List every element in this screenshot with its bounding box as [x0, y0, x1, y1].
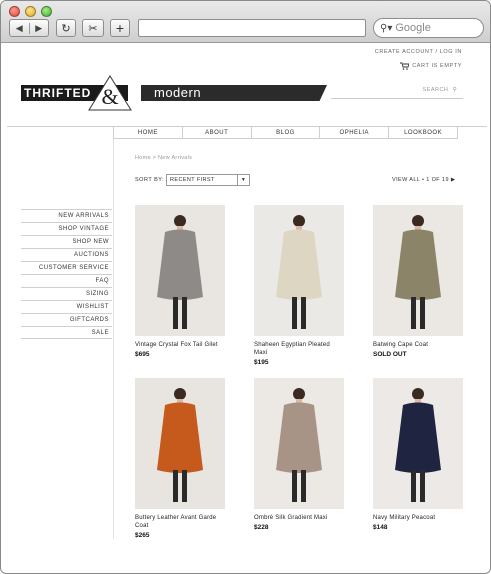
logo-modern: modern	[154, 85, 202, 100]
product-photo[interactable]	[135, 205, 225, 336]
product-card[interactable]: Ombré Silk Gradient Maxi $228	[254, 378, 344, 531]
model-figure	[395, 215, 441, 329]
product-price: $148	[373, 524, 388, 531]
product-name[interactable]: Vintage Crystal Fox Tail Gilet	[135, 341, 225, 349]
sidebar-item-shop-new[interactable]: SHOP NEW	[21, 235, 112, 248]
cart-link[interactable]: CART IS EMPTY	[400, 62, 462, 70]
close-window-button[interactable]	[9, 6, 20, 17]
product-card[interactable]: Shaheen Egyptian Pleated Maxi $195	[254, 205, 344, 366]
site-logo[interactable]: THRIFTED modern	[21, 85, 327, 101]
model-figure	[157, 215, 203, 329]
menu-item-lookbook[interactable]: LOOKBOOK	[388, 127, 458, 138]
product-price: $265	[135, 532, 150, 539]
logo-ampersand: &	[101, 84, 118, 109]
sidebar-item-wishlist[interactable]: WISHLIST	[21, 300, 112, 313]
back-icon[interactable]: ◀	[10, 22, 30, 34]
site-search-input[interactable]: SEARCH ⚲	[331, 87, 463, 99]
model-figure	[395, 388, 441, 502]
sidebar-item-new-arrivals[interactable]: NEW ARRIVALS	[21, 209, 112, 222]
sort-label: SORT BY:	[135, 177, 165, 183]
model-figure	[276, 215, 322, 329]
product-card[interactable]: Batwing Cape Coat SOLD OUT	[373, 205, 463, 358]
sidebar-item-shop-vintage[interactable]: SHOP VINTAGE	[21, 222, 112, 235]
logo-triangle-icon: &	[88, 75, 132, 111]
sidebar-nav: NEW ARRIVALS SHOP VINTAGE SHOP NEW AUCTIONS…	[21, 209, 112, 339]
breadcrumb[interactable]: Home > New Arrivals	[135, 155, 192, 161]
product-photo[interactable]	[373, 205, 463, 336]
product-price: $195	[254, 359, 269, 366]
product-photo[interactable]	[135, 378, 225, 509]
add-bookmark-button[interactable]: +	[110, 19, 130, 37]
forward-icon[interactable]: ▶	[30, 23, 49, 34]
back-forward-group: ◀ ▶	[9, 19, 49, 37]
sidebar-item-auctions[interactable]: AUCTIONS	[21, 248, 112, 261]
address-bar[interactable]	[138, 19, 366, 37]
pagination[interactable]: VIEW ALL • 1 OF 19 ▶	[392, 177, 455, 183]
search-icon: ⚲	[452, 87, 457, 93]
sidebar-item-faq[interactable]: FAQ	[21, 274, 112, 287]
product-name[interactable]: Navy Military Peacoat	[373, 514, 463, 522]
browser-search-field[interactable]: ⚲▾ Google	[373, 18, 484, 38]
product-price: $228	[254, 524, 269, 531]
create-account-link[interactable]: CREATE ACCOUNT / LOG IN	[375, 49, 462, 55]
product-card[interactable]: Buttery Leather Avant Garde Coat $265	[135, 378, 225, 539]
product-name[interactable]: Shaheen Egyptian Pleated Maxi	[254, 341, 344, 357]
browser-toolbar: ◀ ▶ ↻ ✂ + ⚲▾ Google	[1, 1, 490, 43]
product-card[interactable]: Navy Military Peacoat $148	[373, 378, 463, 531]
reload-icon: ↻	[61, 22, 71, 35]
menu-item-home[interactable]: HOME	[113, 127, 182, 138]
menu-item-ophelia[interactable]: OPHELIA	[319, 127, 388, 138]
share-button[interactable]: ✂	[82, 19, 104, 37]
sort-select[interactable]: RECENT FIRST ▼	[166, 174, 250, 186]
browser-window: ◀ ▶ ↻ ✂ + ⚲▾ Google CREATE ACCOUNT / LOG…	[0, 0, 491, 574]
menu-item-blog[interactable]: BLOG	[250, 127, 320, 138]
main-menu: HOME ABOUT BLOG OPHELIA LOOKBOOK	[113, 127, 458, 139]
product-price: $695	[135, 351, 150, 358]
product-name[interactable]: Ombré Silk Gradient Maxi	[254, 514, 344, 522]
product-name[interactable]: Batwing Cape Coat	[373, 341, 463, 349]
sidebar-item-sizing[interactable]: SIZING	[21, 287, 112, 300]
cart-icon	[400, 62, 410, 70]
zoom-window-button[interactable]	[41, 6, 52, 17]
model-figure	[157, 388, 203, 502]
reload-button[interactable]: ↻	[56, 19, 76, 37]
product-card[interactable]: Vintage Crystal Fox Tail Gilet $695	[135, 205, 225, 358]
model-figure	[276, 388, 322, 502]
sidebar-item-giftcards[interactable]: GIFTCARDS	[21, 313, 112, 326]
search-placeholder: Google	[395, 22, 431, 34]
content-divider	[113, 139, 114, 539]
menu-item-about[interactable]: ABOUT	[181, 127, 251, 138]
product-name[interactable]: Buttery Leather Avant Garde Coat	[135, 514, 225, 530]
plus-icon: +	[115, 20, 125, 36]
scissors-icon: ✂	[88, 22, 98, 35]
product-photo[interactable]	[254, 205, 344, 336]
sidebar-item-sale[interactable]: SALE	[21, 326, 112, 339]
product-photo[interactable]	[373, 378, 463, 509]
sidebar-item-customer-service[interactable]: CUSTOMER SERVICE	[21, 261, 112, 274]
product-price: SOLD OUT	[373, 351, 407, 358]
chevron-down-icon: ▼	[237, 175, 249, 185]
search-icon: ⚲▾	[380, 22, 393, 34]
minimize-window-button[interactable]	[25, 6, 36, 17]
product-photo[interactable]	[254, 378, 344, 509]
